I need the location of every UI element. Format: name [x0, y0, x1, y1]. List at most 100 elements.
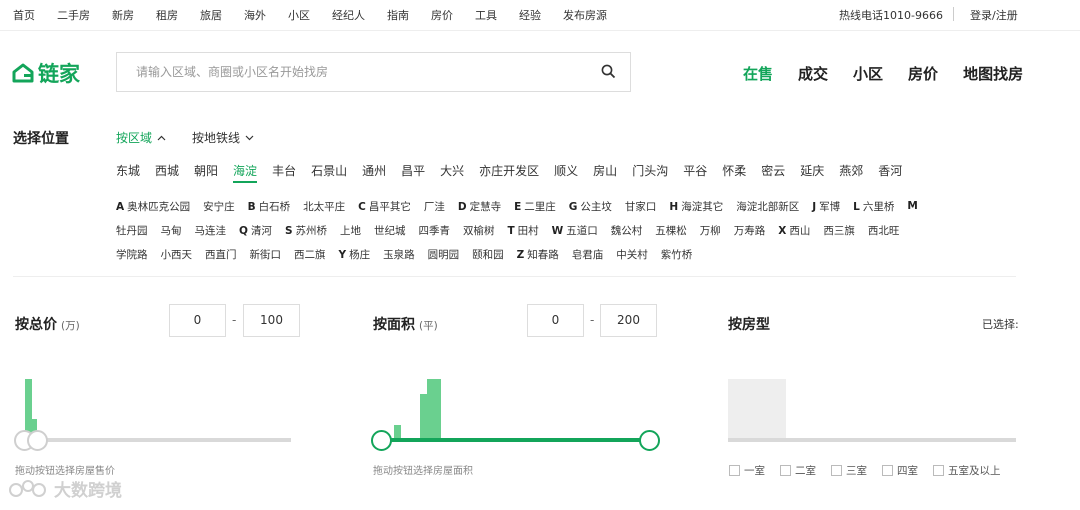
- district-item[interactable]: 朝阳: [194, 162, 218, 183]
- district-item[interactable]: 房山: [593, 162, 617, 183]
- site-logo[interactable]: 链家: [12, 58, 80, 88]
- main-nav-item[interactable]: 成交: [798, 63, 828, 84]
- room-option[interactable]: 三室: [831, 463, 867, 478]
- business-area-item[interactable]: W 五道口: [552, 223, 598, 238]
- business-area-item[interactable]: C 昌平其它: [358, 199, 411, 214]
- business-area-item[interactable]: 学院路: [116, 247, 148, 262]
- business-area-item[interactable]: 上地: [340, 223, 361, 238]
- area-max-input[interactable]: 200: [600, 304, 657, 337]
- room-option[interactable]: 五室及以上: [933, 463, 1001, 478]
- area-slider-track[interactable]: [382, 438, 649, 442]
- business-area-item[interactable]: 五棵松: [655, 223, 687, 238]
- top-nav-item[interactable]: 租房: [156, 7, 178, 23]
- district-item[interactable]: 大兴: [440, 162, 464, 183]
- business-area-item[interactable]: T 田村: [508, 223, 539, 238]
- tab-by-area[interactable]: 按区域: [116, 129, 166, 146]
- business-area-item[interactable]: 皂君庙: [572, 247, 604, 262]
- business-area-item[interactable]: 西二旗: [294, 247, 326, 262]
- business-area-item[interactable]: 西北旺: [868, 223, 900, 238]
- business-area-item[interactable]: Y 杨庄: [339, 247, 371, 262]
- business-area-item[interactable]: 新街口: [250, 247, 282, 262]
- district-item[interactable]: 西城: [155, 162, 179, 183]
- top-nav-item[interactable]: 指南: [387, 7, 409, 23]
- price-min-input[interactable]: 0: [169, 304, 226, 337]
- business-area-item[interactable]: 颐和园: [472, 247, 504, 262]
- business-area-item[interactable]: 四季青: [419, 223, 451, 238]
- area-slider-max-handle[interactable]: [639, 430, 660, 451]
- business-area-item[interactable]: 西三旗: [823, 223, 855, 238]
- top-nav-item[interactable]: 二手房: [57, 7, 90, 23]
- business-area-item[interactable]: H 海淀其它: [669, 199, 723, 214]
- main-nav-item[interactable]: 在售: [743, 63, 773, 84]
- room-option[interactable]: 一室: [729, 463, 765, 478]
- business-area-item[interactable]: M: [907, 200, 920, 212]
- checkbox[interactable]: [729, 465, 740, 476]
- district-item[interactable]: 石景山: [311, 162, 347, 183]
- top-nav-item[interactable]: 新房: [112, 7, 134, 23]
- district-item[interactable]: 丰台: [272, 162, 296, 183]
- login-register-link[interactable]: 登录/注册: [970, 7, 1018, 23]
- main-nav-item[interactable]: 房价: [908, 63, 938, 84]
- room-option[interactable]: 二室: [780, 463, 816, 478]
- checkbox[interactable]: [780, 465, 791, 476]
- business-area-item[interactable]: E 二里庄: [514, 199, 556, 214]
- main-nav-item[interactable]: 地图找房: [963, 63, 1023, 84]
- business-area-item[interactable]: 北太平庄: [303, 199, 345, 214]
- business-area-item[interactable]: 万柳: [700, 223, 721, 238]
- price-slider-track[interactable]: [15, 438, 291, 442]
- business-area-item[interactable]: S 苏州桥: [285, 223, 327, 238]
- business-area-item[interactable]: 安宁庄: [203, 199, 235, 214]
- business-area-item[interactable]: 玉泉路: [383, 247, 415, 262]
- top-nav-item[interactable]: 发布房源: [563, 7, 607, 23]
- business-area-item[interactable]: 甘家口: [625, 199, 657, 214]
- district-item[interactable]: 昌平: [401, 162, 425, 183]
- business-area-item[interactable]: 小西天: [161, 247, 193, 262]
- business-area-item[interactable]: 圆明园: [428, 247, 460, 262]
- top-nav-item[interactable]: 旅居: [200, 7, 222, 23]
- district-item[interactable]: 东城: [116, 162, 140, 183]
- district-item[interactable]: 燕郊: [839, 162, 863, 183]
- top-nav-item[interactable]: 海外: [244, 7, 266, 23]
- main-nav-item[interactable]: 小区: [853, 63, 883, 84]
- price-max-input[interactable]: 100: [243, 304, 300, 337]
- business-area-item[interactable]: 中关村: [616, 247, 648, 262]
- district-item[interactable]: 门头沟: [632, 162, 668, 183]
- district-item[interactable]: 平谷: [683, 162, 707, 183]
- business-area-item[interactable]: G 公主坟: [569, 199, 612, 214]
- tab-by-subway[interactable]: 按地铁线: [192, 129, 254, 146]
- business-area-item[interactable]: 厂洼: [424, 199, 445, 214]
- area-slider-min-handle[interactable]: [371, 430, 392, 451]
- district-item[interactable]: 密云: [761, 162, 785, 183]
- search-input[interactable]: [117, 53, 587, 91]
- room-option[interactable]: 四室: [882, 463, 918, 478]
- top-nav-item[interactable]: 房价: [431, 7, 453, 23]
- top-nav-item[interactable]: 经纪人: [332, 7, 365, 23]
- business-area-item[interactable]: 牡丹园: [116, 223, 148, 238]
- business-area-item[interactable]: A 奥林匹克公园: [116, 199, 190, 214]
- top-nav-item[interactable]: 小区: [288, 7, 310, 23]
- area-min-input[interactable]: 0: [527, 304, 584, 337]
- business-area-item[interactable]: B 白石桥: [248, 199, 291, 214]
- checkbox[interactable]: [831, 465, 842, 476]
- price-slider-max-handle[interactable]: [27, 430, 48, 451]
- top-nav-item[interactable]: 经验: [519, 7, 541, 23]
- business-area-item[interactable]: D 定慧寺: [458, 199, 501, 214]
- checkbox[interactable]: [882, 465, 893, 476]
- top-nav-item[interactable]: 工具: [475, 7, 497, 23]
- business-area-item[interactable]: 万寿路: [734, 223, 766, 238]
- district-item[interactable]: 亦庄开发区: [479, 162, 539, 183]
- business-area-item[interactable]: Q 清河: [239, 223, 272, 238]
- search-icon[interactable]: [601, 64, 616, 83]
- business-area-item[interactable]: 马连洼: [195, 223, 227, 238]
- district-item[interactable]: 海淀: [233, 162, 258, 183]
- business-area-item[interactable]: 海淀北部新区: [736, 199, 799, 214]
- top-nav-item[interactable]: 首页: [13, 7, 35, 23]
- district-item[interactable]: 香河: [878, 162, 902, 183]
- business-area-item[interactable]: 世纪城: [374, 223, 406, 238]
- checkbox[interactable]: [933, 465, 944, 476]
- business-area-item[interactable]: X 西山: [778, 223, 810, 238]
- business-area-item[interactable]: L 六里桥: [853, 199, 894, 214]
- business-area-item[interactable]: Z 知春路: [517, 247, 559, 262]
- business-area-item[interactable]: 紫竹桥: [661, 247, 693, 262]
- district-item[interactable]: 通州: [362, 162, 386, 183]
